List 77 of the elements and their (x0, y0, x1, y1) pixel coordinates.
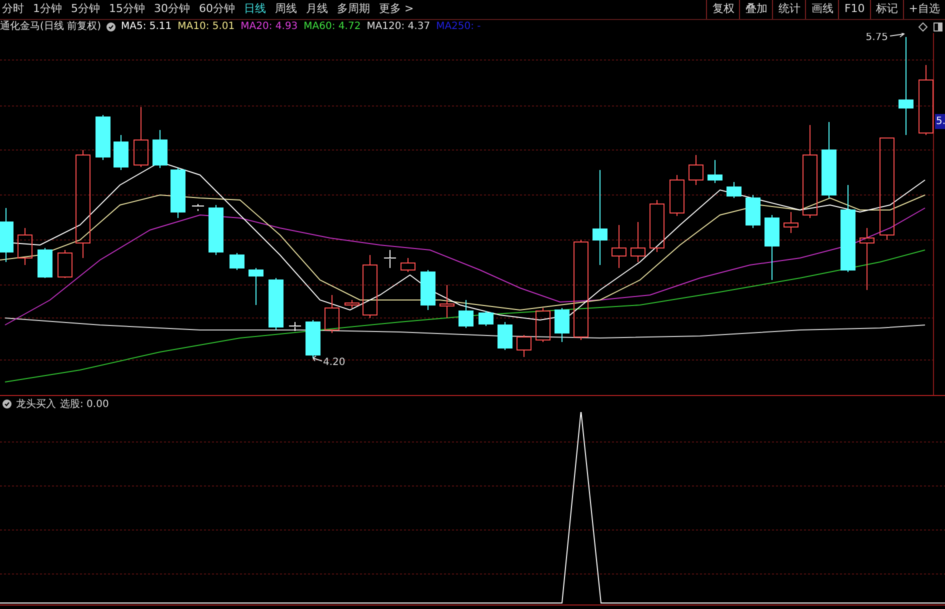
toolbar-button[interactable]: 叠加 (739, 0, 772, 19)
candlestick (288, 322, 302, 332)
candlestick (860, 228, 874, 290)
period-tab[interactable]: 分时 (2, 1, 24, 18)
candlestick (38, 248, 52, 278)
period-tab[interactable]: 日线 (244, 1, 266, 18)
moving-average-label: MA10: 5.01 (178, 22, 235, 32)
candlestick (764, 214, 780, 280)
candlestick (688, 154, 704, 186)
toolbar-button[interactable]: +自选 (902, 0, 945, 19)
candlestick (554, 308, 570, 342)
candlestick (784, 212, 798, 234)
candlestick (630, 222, 646, 262)
toolbar-button[interactable]: F10 (838, 0, 870, 19)
candlestick (208, 204, 224, 256)
period-tab[interactable]: 5分钟 (71, 1, 100, 18)
settings-icon[interactable] (2, 399, 12, 409)
candlestick (324, 294, 340, 334)
candlestick (400, 258, 416, 272)
candlestick (746, 194, 760, 228)
candlestick (114, 134, 128, 170)
candlestick (440, 284, 454, 318)
candlestick (362, 254, 378, 318)
period-tab[interactable]: 月线 (306, 1, 328, 18)
toolbar-button[interactable]: 统计 (772, 0, 806, 19)
candlestick (170, 168, 186, 218)
candlestick (650, 200, 664, 252)
candlestick (612, 224, 626, 268)
candlestick (18, 228, 32, 266)
candlestick (134, 106, 148, 168)
panel-icon[interactable] (933, 22, 943, 32)
candlestick (498, 322, 512, 350)
moving-average-label: MA5: 5.11 (120, 22, 172, 32)
candlestick (384, 250, 396, 268)
period-tab[interactable]: 30分钟 (154, 1, 190, 18)
candlestick (918, 64, 934, 136)
period-tab[interactable]: 15分钟 (109, 1, 145, 18)
moving-average-label: MA20: 4.93 (240, 22, 298, 32)
candlestick (536, 308, 550, 342)
candlestick (152, 130, 168, 168)
settings-icon[interactable] (106, 22, 116, 32)
candlestick (306, 320, 320, 358)
period-tab[interactable]: 1分钟 (33, 1, 62, 18)
candlestick (726, 182, 742, 198)
toolbar-button[interactable]: 复权 (706, 0, 740, 19)
moving-average-label: MA250: - (436, 22, 481, 32)
moving-average-label: MA60: 4.72 (304, 22, 361, 32)
toolbar-button[interactable]: 标记 (870, 0, 903, 19)
candlestick (230, 252, 244, 270)
candlestick (96, 114, 110, 160)
price-annotation-arrow (890, 33, 905, 38)
indicator-value: 选股: 0.00 (60, 398, 109, 412)
candlestick (670, 174, 684, 216)
candlestick (248, 268, 264, 306)
high-price-label: 5.75 (866, 33, 888, 43)
candlestick (192, 204, 204, 212)
candlestick (516, 334, 532, 358)
period-tab[interactable]: 更多 > (379, 1, 414, 18)
low-price-label: 4.20 (323, 357, 346, 368)
candlestick (268, 278, 284, 330)
candlestick (458, 300, 474, 328)
diamond-icon[interactable] (918, 22, 928, 32)
stock-title: 通化金马(日线 前复权) (0, 22, 101, 32)
candlestick (478, 310, 494, 326)
price-annotation-arrow (312, 356, 322, 362)
toolbar-button[interactable]: 画线 (805, 0, 838, 19)
period-tab[interactable]: 多周期 (337, 1, 370, 18)
candlestick (420, 270, 436, 310)
moving-average-label: MA120: 4.37 (366, 22, 430, 32)
candlestick (0, 208, 14, 262)
candlestick (58, 250, 72, 278)
period-tab[interactable]: 60分钟 (199, 1, 235, 18)
candlestick (344, 300, 360, 308)
indicator-name: 龙头买入 (16, 398, 56, 412)
candlestick (708, 160, 722, 184)
price-tag: 5. (935, 114, 945, 129)
period-tab[interactable]: 周线 (275, 1, 297, 18)
